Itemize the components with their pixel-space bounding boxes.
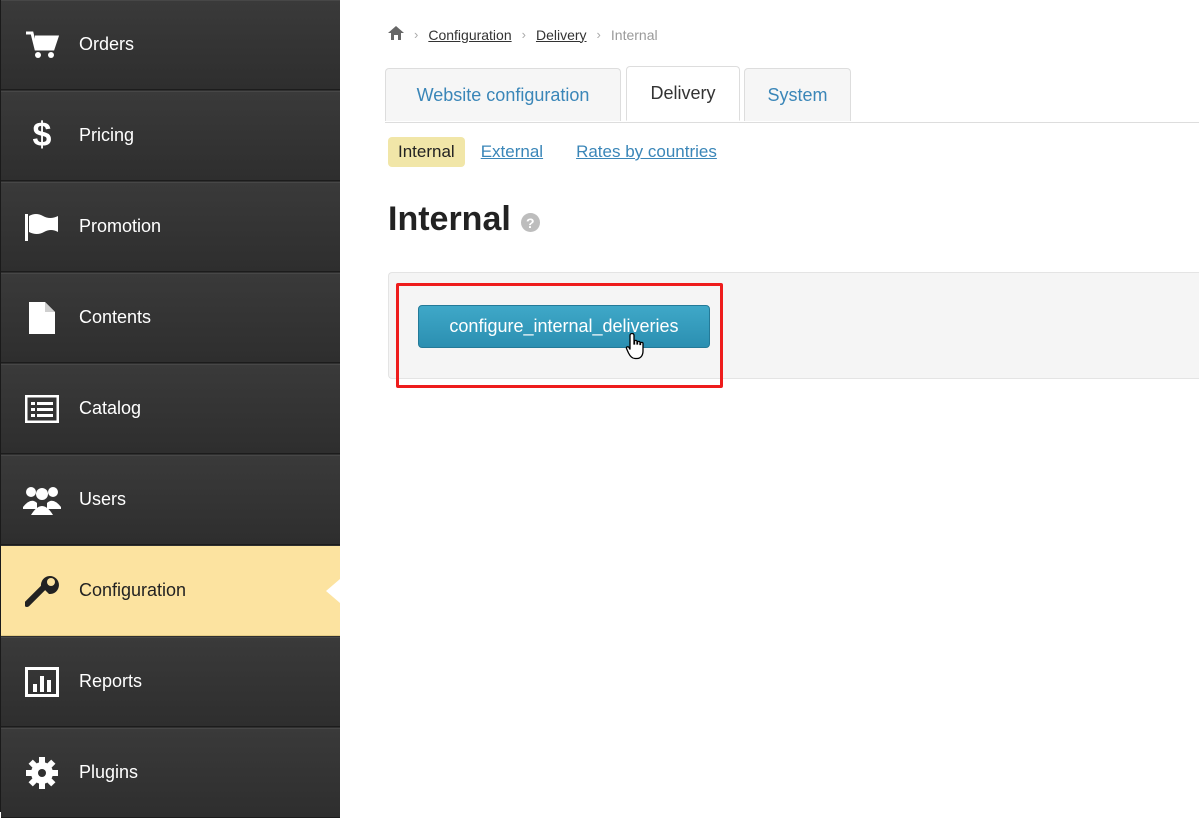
breadcrumb-separator: ›	[596, 27, 601, 42]
sidebar-item-orders[interactable]: Orders	[1, 0, 340, 90]
sidebar-item-promotion[interactable]: Promotion	[1, 182, 340, 272]
sidebar-item-label: Reports	[79, 671, 143, 691]
sidebar-item-users[interactable]: Users	[1, 455, 340, 545]
sidebar-item-label: Contents	[79, 307, 152, 327]
subnav: Internal External Rates by countries	[388, 137, 750, 167]
home-icon[interactable]	[388, 26, 404, 43]
sidebar-item-configuration[interactable]: Configuration	[1, 546, 340, 636]
sidebar-item-label: Orders	[79, 34, 135, 54]
page-title: Internal	[388, 200, 511, 238]
cart-icon	[23, 26, 61, 64]
sidebar-item-pricing[interactable]: $ Pricing	[1, 91, 340, 181]
sidebar-item-plugins[interactable]: Plugins	[1, 728, 340, 818]
tab-delivery[interactable]: Delivery	[626, 66, 740, 121]
breadcrumb-current: Internal	[610, 26, 658, 43]
hand-pointer-icon	[625, 332, 647, 365]
breadcrumb-link-configuration[interactable]: Configuration	[428, 27, 511, 43]
subnav-link-external[interactable]: External	[481, 142, 543, 162]
subnav-link-rates-by-countries[interactable]: Rates by countries	[576, 142, 717, 162]
breadcrumb-separator: ›	[414, 27, 419, 42]
sidebar: Orders $ Pricing Promotion Contents Cata…	[0, 0, 340, 818]
tab-website-configuration[interactable]: Website configuration	[385, 68, 621, 121]
tab-system[interactable]: System	[744, 68, 851, 121]
document-icon	[23, 299, 61, 337]
sidebar-item-catalog[interactable]: Catalog	[1, 364, 340, 454]
sidebar-item-label: Catalog	[79, 398, 142, 418]
main-content: › Configuration › Delivery › Internal We…	[340, 0, 1199, 812]
flag-icon	[23, 208, 61, 246]
users-icon	[23, 481, 61, 519]
bar-chart-icon	[23, 663, 61, 701]
sidebar-item-label: Users	[79, 489, 127, 509]
sidebar-item-label: Configuration	[79, 580, 187, 600]
tab-bar: Website configuration Delivery System	[385, 66, 1199, 123]
wrench-icon	[23, 572, 61, 610]
page-title-row: Internal ?	[388, 200, 540, 239]
sidebar-item-reports[interactable]: Reports	[1, 637, 340, 727]
configure-internal-deliveries-button[interactable]: configure_internal_deliveries	[418, 305, 710, 348]
sidebar-item-label: Pricing	[79, 125, 135, 145]
breadcrumb-separator: ›	[521, 27, 526, 42]
sidebar-item-label: Promotion	[79, 216, 162, 236]
list-icon	[23, 390, 61, 428]
subnav-internal-active[interactable]: Internal	[388, 137, 465, 167]
dollar-icon: $	[32, 116, 52, 154]
question-icon[interactable]: ?	[520, 213, 540, 232]
breadcrumb-link-delivery[interactable]: Delivery	[536, 27, 587, 43]
sidebar-item-contents[interactable]: Contents	[1, 273, 340, 363]
gear-icon	[23, 754, 61, 792]
breadcrumb: › Configuration › Delivery › Internal	[388, 26, 658, 43]
sidebar-item-label: Plugins	[79, 762, 139, 782]
